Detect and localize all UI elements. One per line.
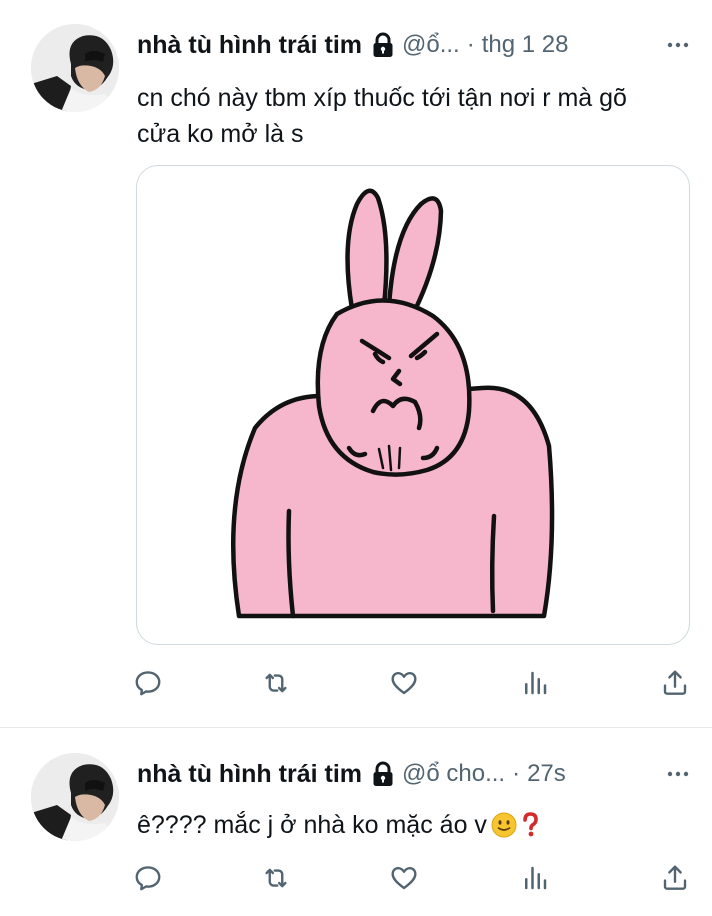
like-icon [391,866,417,890]
reply-button[interactable] [128,858,168,898]
reply-button[interactable] [128,663,168,703]
smiley-emoji-icon [491,812,517,838]
timestamp[interactable]: 27s [527,760,566,788]
views-button[interactable] [515,858,555,898]
author-handle[interactable]: @ổ... [402,31,460,59]
retweet-icon [265,673,287,693]
author-name[interactable]: nhà tù hình trái tim [137,760,362,789]
tweet[interactable]: nhà tù hình trái tim @ổ... · thg 1 28 cn… [0,0,712,728]
views-icon [525,671,547,695]
tweet-actions [0,858,712,898]
separator-dot: · [466,31,475,58]
lock-icon [373,761,393,786]
author-name[interactable]: nhà tù hình trái tim [137,31,362,60]
like-button[interactable] [384,858,424,898]
tweet-text: ê???? mắc j ở nhà ko mặc áo v [137,807,697,843]
retweet-button[interactable] [256,663,296,703]
like-button[interactable] [384,663,424,703]
retweet-button[interactable] [256,858,296,898]
tweet[interactable]: nhà tù hình trái tim @ổ cho... · 27s ê??… [0,728,712,916]
share-button[interactable] [655,858,695,898]
views-button[interactable] [515,663,555,703]
avatar[interactable] [31,24,119,112]
timestamp[interactable]: thg 1 28 [482,31,569,59]
pink-angry-bunny-sticker [230,188,555,619]
question-emoji-icon [523,812,538,837]
share-button[interactable] [655,663,695,703]
separator-dot: · [512,760,521,787]
tweet-header: nhà tù hình trái tim @ổ cho... · 27s [137,757,692,791]
retweet-icon [265,868,287,888]
tweet-header: nhà tù hình trái tim @ổ... · thg 1 28 [137,28,692,62]
views-icon [525,866,547,890]
avatar[interactable] [31,753,119,841]
author-handle[interactable]: @ổ cho... [402,760,505,788]
share-icon [663,670,687,695]
like-icon [391,671,417,695]
tweet-media[interactable] [136,165,690,645]
lock-icon [373,32,393,57]
more-icon[interactable] [664,32,692,58]
tweet-text: cn chó này tbm xíp thuốc tới tận nơi r m… [137,84,627,148]
reply-icon [135,671,161,696]
tweet-actions [0,663,712,703]
reply-icon [135,866,161,891]
share-icon [663,865,687,890]
tweet-text-body: ê???? mắc j ở nhà ko mặc áo v [137,811,487,839]
more-icon[interactable] [664,761,692,787]
